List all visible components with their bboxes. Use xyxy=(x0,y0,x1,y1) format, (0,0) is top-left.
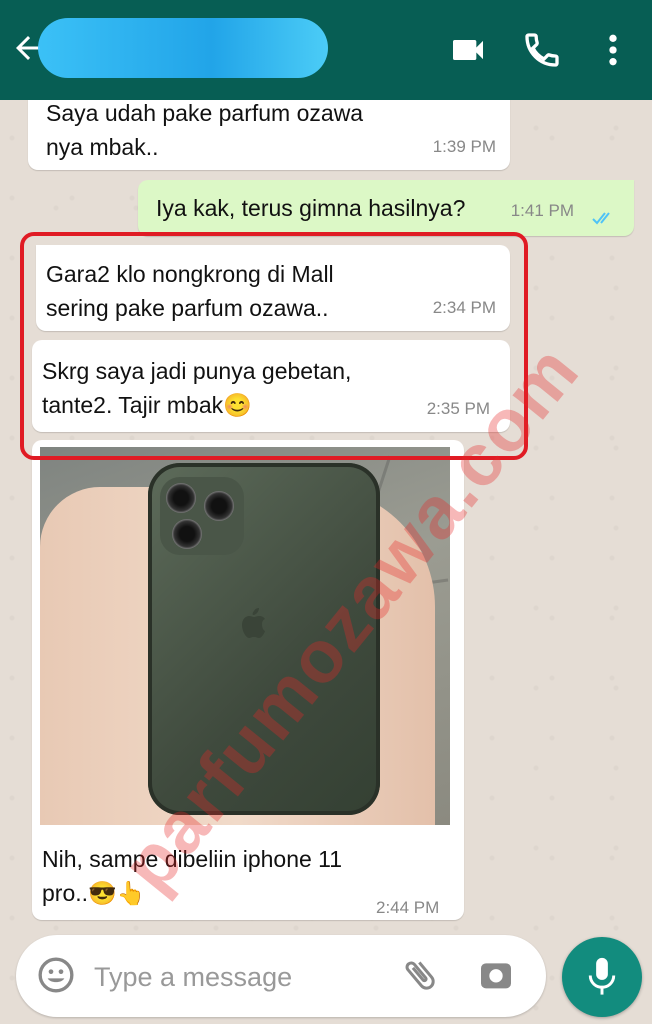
emoji-icon[interactable] xyxy=(36,955,76,995)
message-incoming[interactable]: Skrg saya jadi punya gebetan, tante2. Ta… xyxy=(32,340,510,432)
voice-record-button[interactable] xyxy=(562,937,642,1017)
more-vert-icon[interactable] xyxy=(598,30,628,70)
message-text: Gara2 klo nongkrong di Mall sering pake … xyxy=(46,261,334,321)
video-call-icon[interactable] xyxy=(448,30,488,70)
message-time: 2:34 PM xyxy=(432,298,496,317)
chat-header xyxy=(0,0,652,100)
message-composer xyxy=(16,935,546,1017)
message-text: Iya kak, terus gimna hasilnya? xyxy=(156,195,466,221)
attach-icon[interactable] xyxy=(400,955,440,995)
mic-icon xyxy=(588,957,616,995)
message-time: 1:39 PM xyxy=(432,137,496,156)
apple-logo-icon xyxy=(242,608,265,638)
camera-icon[interactable] xyxy=(476,955,516,995)
message-text: Skrg saya jadi punya gebetan, tante2. Ta… xyxy=(42,358,352,418)
contact-name[interactable] xyxy=(38,18,328,78)
message-incoming[interactable]: Gara2 klo nongkrong di Mall sering pake … xyxy=(36,245,510,331)
message-input[interactable] xyxy=(92,953,386,1001)
camera-module xyxy=(160,477,244,555)
message-text: Saya udah pake parfum ozawa nya mbak.. xyxy=(46,100,364,160)
message-incoming[interactable]: Saya udah pake parfum ozawa nya mbak.. 1… xyxy=(28,92,510,170)
read-receipt-icon xyxy=(592,212,610,225)
message-time: 1:41 PM xyxy=(510,201,574,220)
phone-icon[interactable] xyxy=(522,30,562,70)
message-outgoing[interactable]: Iya kak, terus gimna hasilnya? 1:41 PM xyxy=(138,180,634,236)
